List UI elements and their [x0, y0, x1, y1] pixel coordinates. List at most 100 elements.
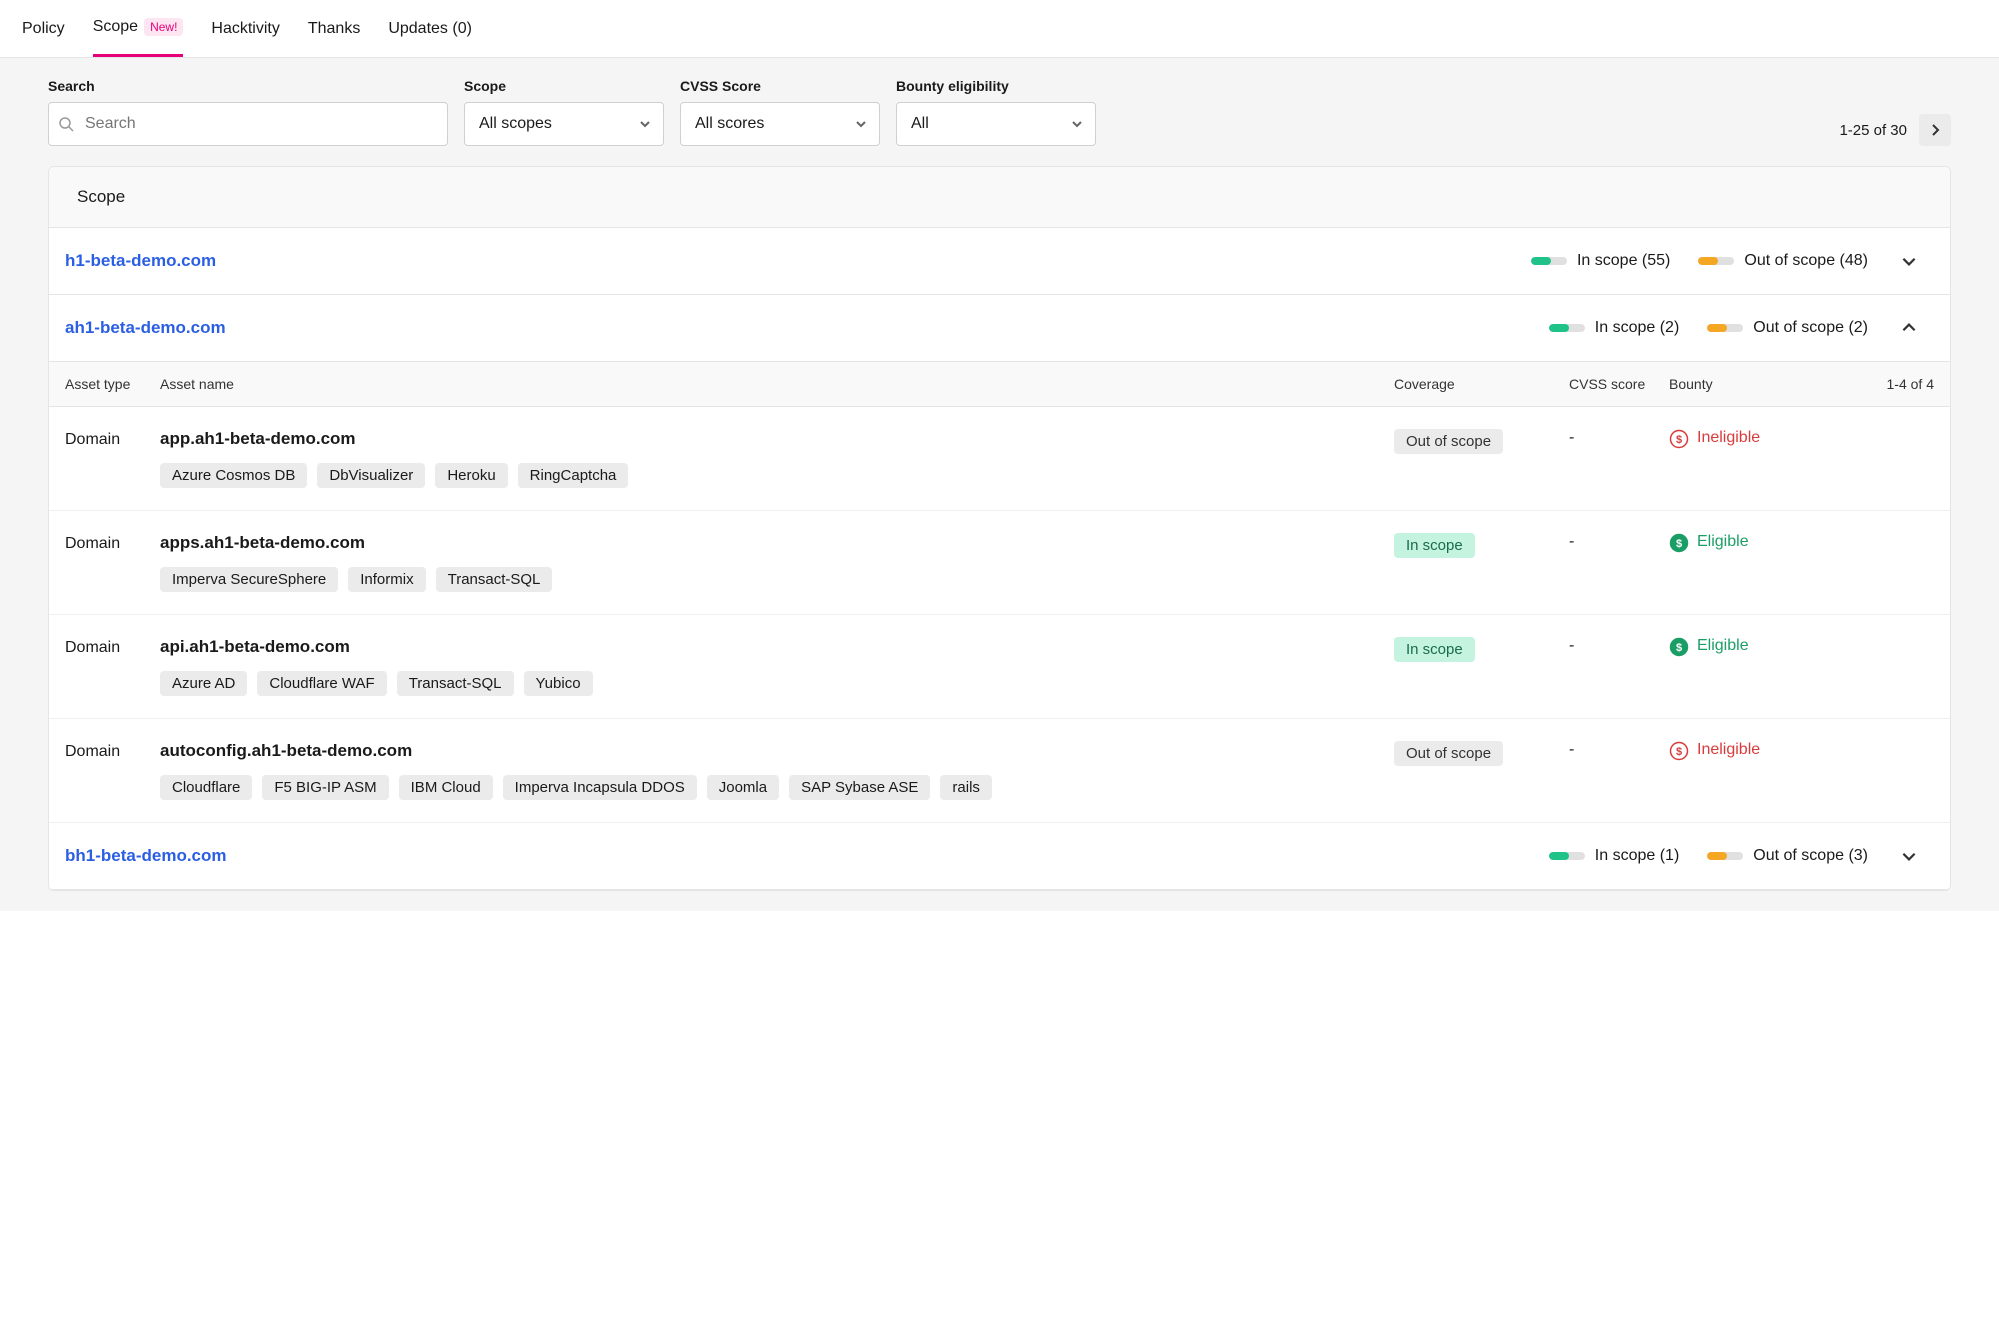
asset-name: api.ah1-beta-demo.com — [160, 637, 1394, 657]
scope-name-link[interactable]: ah1-beta-demo.com — [65, 318, 226, 338]
svg-text:$: $ — [1676, 434, 1682, 446]
asset-name: autoconfig.ah1-beta-demo.com — [160, 741, 1394, 761]
in-scope-count: In scope (1) — [1595, 847, 1679, 865]
tab-scope[interactable]: Scope New! — [93, 0, 184, 57]
in-scope-stat: In scope (55) — [1531, 252, 1670, 270]
in-scope-stat: In scope (1) — [1549, 847, 1679, 865]
coverage-badge: In scope — [1394, 637, 1475, 662]
in-scope-pill-icon — [1549, 324, 1585, 332]
asset-coverage: Out of scope — [1394, 429, 1569, 488]
card-title: Scope — [49, 167, 1950, 228]
scope-row[interactable]: ah1-beta-demo.com In scope (2) Out of sc… — [49, 295, 1950, 362]
asset-cvss: - — [1569, 533, 1669, 592]
out-scope-stat: Out of scope (3) — [1707, 847, 1868, 865]
scope-select-value: All scopes — [479, 115, 552, 133]
dollar-circle-icon: $ — [1669, 429, 1689, 449]
scope-stats: In scope (1) Out of scope (3) — [1549, 843, 1922, 869]
asset-tags: Azure Cosmos DBDbVisualizerHerokuRingCap… — [160, 463, 1394, 488]
svg-text:$: $ — [1676, 642, 1682, 654]
tech-tag: Imperva SecureSphere — [160, 567, 338, 592]
expand-toggle[interactable] — [1896, 248, 1922, 274]
search-input[interactable] — [48, 102, 448, 146]
tab-scope-label: Scope — [93, 18, 138, 36]
scope-stats: In scope (2) Out of scope (2) — [1549, 315, 1922, 341]
tab-thanks-label: Thanks — [308, 20, 360, 38]
svg-text:$: $ — [1676, 746, 1682, 758]
col-coverage: Coverage — [1394, 376, 1569, 392]
asset-bounty: $ Ineligible — [1669, 741, 1934, 800]
coverage-badge: Out of scope — [1394, 429, 1503, 454]
asset-main: app.ah1-beta-demo.com Azure Cosmos DBDbV… — [160, 429, 1394, 488]
coverage-badge: Out of scope — [1394, 741, 1503, 766]
main-content: Scope h1-beta-demo.com In scope (55) Out… — [0, 166, 1999, 911]
new-badge: New! — [144, 18, 183, 36]
tab-policy[interactable]: Policy — [22, 0, 65, 57]
cvss-filter: CVSS Score All scores — [680, 78, 880, 146]
search-label: Search — [48, 78, 448, 94]
col-bounty: Bounty — [1669, 376, 1869, 392]
tab-thanks[interactable]: Thanks — [308, 0, 360, 57]
tech-tag: IBM Cloud — [399, 775, 493, 800]
asset-row: Domain autoconfig.ah1-beta-demo.com Clou… — [49, 719, 1950, 823]
bounty-label: Ineligible — [1697, 741, 1760, 759]
scope-card: Scope h1-beta-demo.com In scope (55) Out… — [48, 166, 1951, 891]
cvss-select[interactable]: All scores — [680, 102, 880, 146]
asset-type: Domain — [65, 637, 160, 696]
dollar-circle-icon: $ — [1669, 741, 1689, 761]
scope-filter: Scope All scopes — [464, 78, 664, 146]
scope-name-link[interactable]: h1-beta-demo.com — [65, 251, 216, 271]
asset-row: Domain api.ah1-beta-demo.com Azure ADClo… — [49, 615, 1950, 719]
tech-tag: Heroku — [435, 463, 507, 488]
asset-type: Domain — [65, 533, 160, 592]
out-scope-pill-icon — [1707, 324, 1743, 332]
asset-type: Domain — [65, 429, 160, 488]
bounty-select-value: All — [911, 115, 929, 133]
asset-name: apps.ah1-beta-demo.com — [160, 533, 1394, 553]
cvss-filter-label: CVSS Score — [680, 78, 880, 94]
asset-tags: CloudflareF5 BIG-IP ASMIBM CloudImperva … — [160, 775, 1394, 800]
tabs-bar: Policy Scope New! Hacktivity Thanks Upda… — [0, 0, 1999, 58]
asset-type: Domain — [65, 741, 160, 800]
out-scope-count: Out of scope (2) — [1753, 319, 1868, 337]
asset-cvss: - — [1569, 429, 1669, 488]
scope-row[interactable]: h1-beta-demo.com In scope (55) Out of sc… — [49, 228, 1950, 295]
out-scope-count: Out of scope (3) — [1753, 847, 1868, 865]
pager-summary: 1-25 of 30 — [1839, 122, 1907, 139]
bounty-select[interactable]: All — [896, 102, 1096, 146]
asset-cvss: - — [1569, 637, 1669, 696]
scope-row[interactable]: bh1-beta-demo.com In scope (1) Out of sc… — [49, 823, 1950, 890]
asset-main: autoconfig.ah1-beta-demo.com CloudflareF… — [160, 741, 1394, 800]
in-scope-count: In scope (2) — [1595, 319, 1679, 337]
asset-count: 1-4 of 4 — [1869, 376, 1934, 392]
bounty-filter: Bounty eligibility All — [896, 78, 1096, 146]
asset-row: Domain apps.ah1-beta-demo.com Imperva Se… — [49, 511, 1950, 615]
svg-text:$: $ — [1676, 538, 1682, 550]
col-asset-name: Asset name — [160, 376, 1394, 392]
expand-toggle[interactable] — [1896, 843, 1922, 869]
asset-coverage: In scope — [1394, 637, 1569, 696]
asset-tags: Azure ADCloudflare WAFTransact-SQLYubico — [160, 671, 1394, 696]
in-scope-count: In scope (55) — [1577, 252, 1670, 270]
dollar-circle-icon: $ — [1669, 637, 1689, 657]
tech-tag: SAP Sybase ASE — [789, 775, 930, 800]
tech-tag: Transact-SQL — [436, 567, 553, 592]
tab-hacktivity[interactable]: Hacktivity — [211, 0, 279, 57]
pager: 1-25 of 30 — [1839, 114, 1951, 146]
expand-toggle[interactable] — [1896, 315, 1922, 341]
scope-name-link[interactable]: bh1-beta-demo.com — [65, 846, 227, 866]
asset-tags: Imperva SecureSphereInformixTransact-SQL — [160, 567, 1394, 592]
tab-updates[interactable]: Updates (0) — [388, 0, 472, 57]
pager-next-button[interactable] — [1919, 114, 1951, 146]
asset-name: app.ah1-beta-demo.com — [160, 429, 1394, 449]
tab-policy-label: Policy — [22, 20, 65, 38]
tech-tag: Imperva Incapsula DDOS — [503, 775, 697, 800]
tech-tag: Transact-SQL — [397, 671, 514, 696]
tab-updates-label: Updates (0) — [388, 20, 472, 38]
bounty-label: Eligible — [1697, 533, 1749, 551]
in-scope-pill-icon — [1531, 257, 1567, 265]
bounty-label: Eligible — [1697, 637, 1749, 655]
scope-select[interactable]: All scopes — [464, 102, 664, 146]
asset-row: Domain app.ah1-beta-demo.com Azure Cosmo… — [49, 407, 1950, 511]
tab-hacktivity-label: Hacktivity — [211, 20, 279, 38]
asset-header-row: Asset type Asset name Coverage CVSS scor… — [49, 362, 1950, 407]
